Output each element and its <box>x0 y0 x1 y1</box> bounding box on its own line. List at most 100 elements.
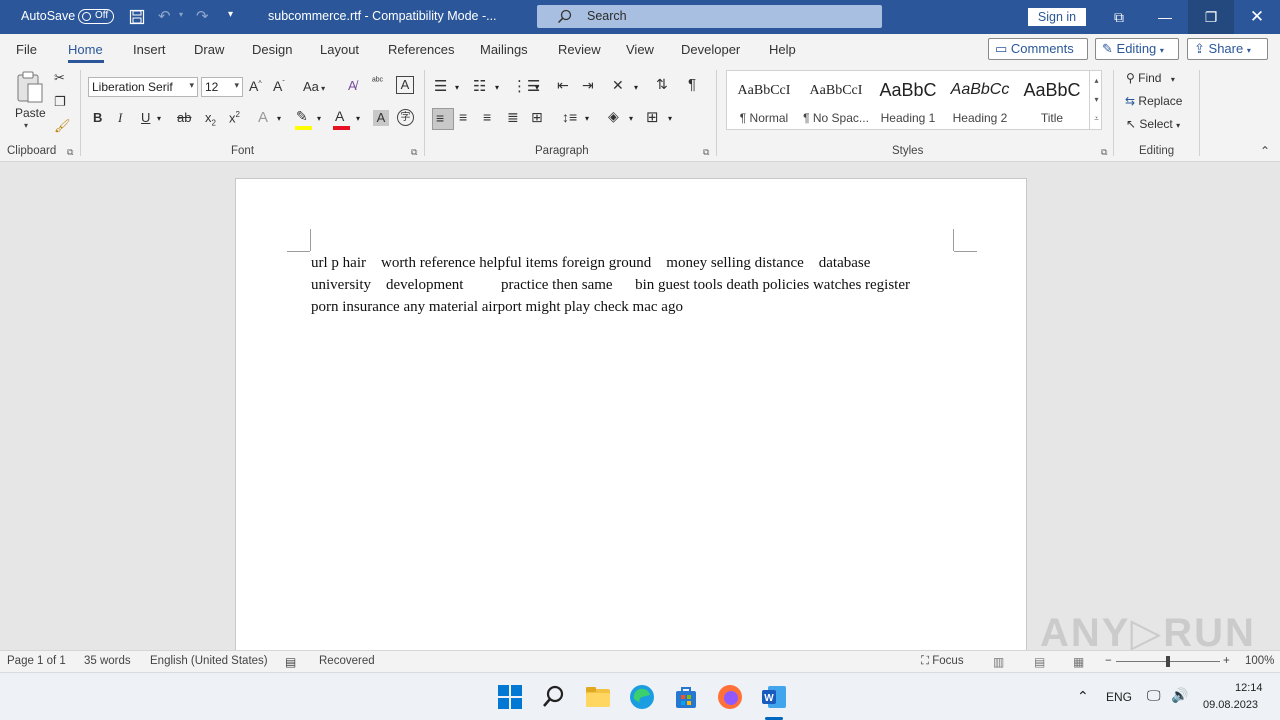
numbering-dropdown-icon[interactable]: ▾ <box>495 83 499 92</box>
document-text-line[interactable]: porn insurance any material airport migh… <box>311 299 683 316</box>
tab-insert[interactable]: Insert <box>133 42 166 57</box>
document-text-line[interactable]: university development practice then sam… <box>311 277 910 294</box>
volume-icon[interactable]: 🔊 <box>1171 687 1188 704</box>
word-app-icon[interactable]: W <box>760 683 788 711</box>
sign-in-button[interactable]: Sign in <box>1028 8 1086 26</box>
bold-icon[interactable]: B <box>93 110 102 125</box>
borders-icon[interactable]: ⊞ <box>646 108 659 126</box>
show-hidden-icons-icon[interactable]: ⌃ <box>1077 688 1089 705</box>
line-spacing-icon[interactable]: ↕≡ <box>562 109 577 125</box>
file-explorer-icon[interactable] <box>584 683 612 711</box>
autosave-toggle[interactable]: Off <box>78 9 114 24</box>
zoom-out-icon[interactable]: − <box>1105 655 1112 667</box>
tab-developer[interactable]: Developer <box>681 42 740 57</box>
redo-icon[interactable]: ↷ <box>196 7 209 25</box>
distributed-icon[interactable]: ⊞ <box>531 109 543 126</box>
minimize-button[interactable]: — <box>1142 0 1188 34</box>
style-heading-2[interactable]: AaBbCc Heading 2 <box>944 71 1016 129</box>
ribbon-display-icon[interactable]: ⧉ <box>1096 0 1142 34</box>
shading-dropdown-icon[interactable]: ▾ <box>629 114 633 123</box>
enclosed-char-icon[interactable]: 字 <box>397 109 414 126</box>
read-mode-icon[interactable]: ▥ <box>993 655 1004 669</box>
format-painter-icon[interactable]: 🖌 <box>54 118 71 134</box>
tab-file[interactable]: File <box>16 42 37 57</box>
strikethrough-icon[interactable]: ab <box>177 110 191 125</box>
focus-button[interactable]: ⛶ Focus <box>921 655 964 668</box>
zoom-level[interactable]: 100% <box>1245 655 1274 667</box>
styles-scroll[interactable]: ▴ ▾ ⩡ <box>1089 71 1103 129</box>
search-icon[interactable] <box>540 683 568 711</box>
tab-view[interactable]: View <box>626 42 654 57</box>
tab-references[interactable]: References <box>388 42 454 57</box>
change-case-button[interactable]: Aa ▾ <box>303 79 325 94</box>
tab-layout[interactable]: Layout <box>320 42 359 57</box>
multilevel-dropdown-icon[interactable]: ▾ <box>535 83 539 92</box>
language-status[interactable]: English (United States) <box>150 655 268 667</box>
windows-start-icon[interactable] <box>496 683 524 711</box>
sort-icon[interactable]: ⇅ <box>656 76 668 93</box>
collapse-ribbon-icon[interactable]: ⌃ <box>1260 144 1270 158</box>
tab-draw[interactable]: Draw <box>194 42 224 57</box>
replace-button[interactable]: ⇆ Replace <box>1125 94 1182 108</box>
increase-indent-icon[interactable]: ⇥ <box>582 77 594 94</box>
network-icon[interactable]: 🖵 <box>1147 687 1161 704</box>
clear-formatting-icon[interactable]: A̸ <box>348 78 357 93</box>
customize-qat-icon[interactable]: ▾ <box>228 9 233 20</box>
decrease-indent-icon[interactable]: ⇤ <box>557 77 569 94</box>
shading-icon[interactable]: ◈ <box>608 108 619 125</box>
editing-mode-button[interactable]: ✎ Editing ▾ <box>1095 38 1179 60</box>
style-title[interactable]: AaBbC Title <box>1016 71 1088 129</box>
share-button[interactable]: ⇪ Share ▾ <box>1187 38 1268 60</box>
numbering-icon[interactable]: ☷ <box>473 77 486 95</box>
page-count[interactable]: Page 1 of 1 <box>7 655 66 667</box>
text-effects-dropdown-icon[interactable]: ▾ <box>277 114 281 123</box>
dialog-launcher-icon[interactable]: ⧉ <box>411 147 417 158</box>
tab-home[interactable]: Home <box>68 42 103 57</box>
cut-icon[interactable]: ✂ <box>54 70 65 86</box>
shrink-font-icon[interactable]: Aˇ <box>273 78 285 94</box>
restore-button[interactable]: ❐ <box>1188 0 1234 34</box>
justify-icon[interactable]: ≣ <box>507 109 519 126</box>
undo-icon[interactable]: ↶ <box>158 7 171 25</box>
paste-icon[interactable] <box>14 70 46 104</box>
font-color-icon[interactable]: A <box>335 108 344 124</box>
comments-button[interactable]: ▭ Comments <box>988 38 1088 60</box>
accessibility-icon[interactable]: ▤ <box>285 655 296 669</box>
zoom-slider-thumb[interactable] <box>1166 656 1170 667</box>
show-formatting-marks-icon[interactable]: ¶ <box>688 76 696 93</box>
tab-review[interactable]: Review <box>558 42 601 57</box>
zoom-in-icon[interactable]: + <box>1223 655 1230 667</box>
firefox-icon[interactable] <box>716 683 744 711</box>
word-count[interactable]: 35 words <box>84 655 131 667</box>
close-button[interactable]: ✕ <box>1234 0 1280 34</box>
style-no-spacing[interactable]: AaBbCcI ¶ No Spac... <box>800 71 872 129</box>
asian-layout-icon[interactable]: ✕ <box>612 77 624 94</box>
chevron-down-icon[interactable]: ▾ <box>1090 90 1103 109</box>
align-center-icon[interactable]: ≡ <box>459 109 467 125</box>
borders-dropdown-icon[interactable]: ▾ <box>668 114 672 123</box>
bullets-dropdown-icon[interactable]: ▾ <box>455 83 459 92</box>
text-effects-icon[interactable]: A <box>258 109 268 126</box>
undo-dropdown-icon[interactable]: ▾ <box>179 10 183 19</box>
underline-dropdown-icon[interactable]: ▾ <box>157 114 161 123</box>
grow-font-icon[interactable]: A^ <box>249 78 262 94</box>
chevron-up-icon[interactable]: ▴ <box>1090 71 1103 90</box>
select-button[interactable]: ↖ Select ▾ <box>1126 117 1180 131</box>
print-layout-icon[interactable]: ▤ <box>1034 655 1045 669</box>
asian-layout-dropdown-icon[interactable]: ▾ <box>634 83 638 92</box>
highlight-dropdown-icon[interactable]: ▾ <box>317 114 321 123</box>
font-name-combo[interactable]: Liberation Serif ▾ <box>88 77 198 97</box>
paste-label[interactable]: Paste <box>15 106 46 120</box>
input-language[interactable]: ENG <box>1106 690 1132 704</box>
superscript-icon[interactable]: x2 <box>229 110 240 125</box>
tab-design[interactable]: Design <box>252 42 292 57</box>
font-size-combo[interactable]: 12 ▾ <box>201 77 243 97</box>
document-page[interactable] <box>235 178 1027 658</box>
paste-dropdown-icon[interactable]: ▾ <box>24 121 28 130</box>
save-icon[interactable] <box>129 9 145 25</box>
subscript-icon[interactable]: x2 <box>205 110 216 128</box>
font-color-dropdown-icon[interactable]: ▾ <box>356 114 360 123</box>
character-shading-icon[interactable]: A <box>373 110 389 126</box>
highlight-color-icon[interactable]: ✎ <box>296 108 308 125</box>
edge-browser-icon[interactable] <box>628 683 656 711</box>
